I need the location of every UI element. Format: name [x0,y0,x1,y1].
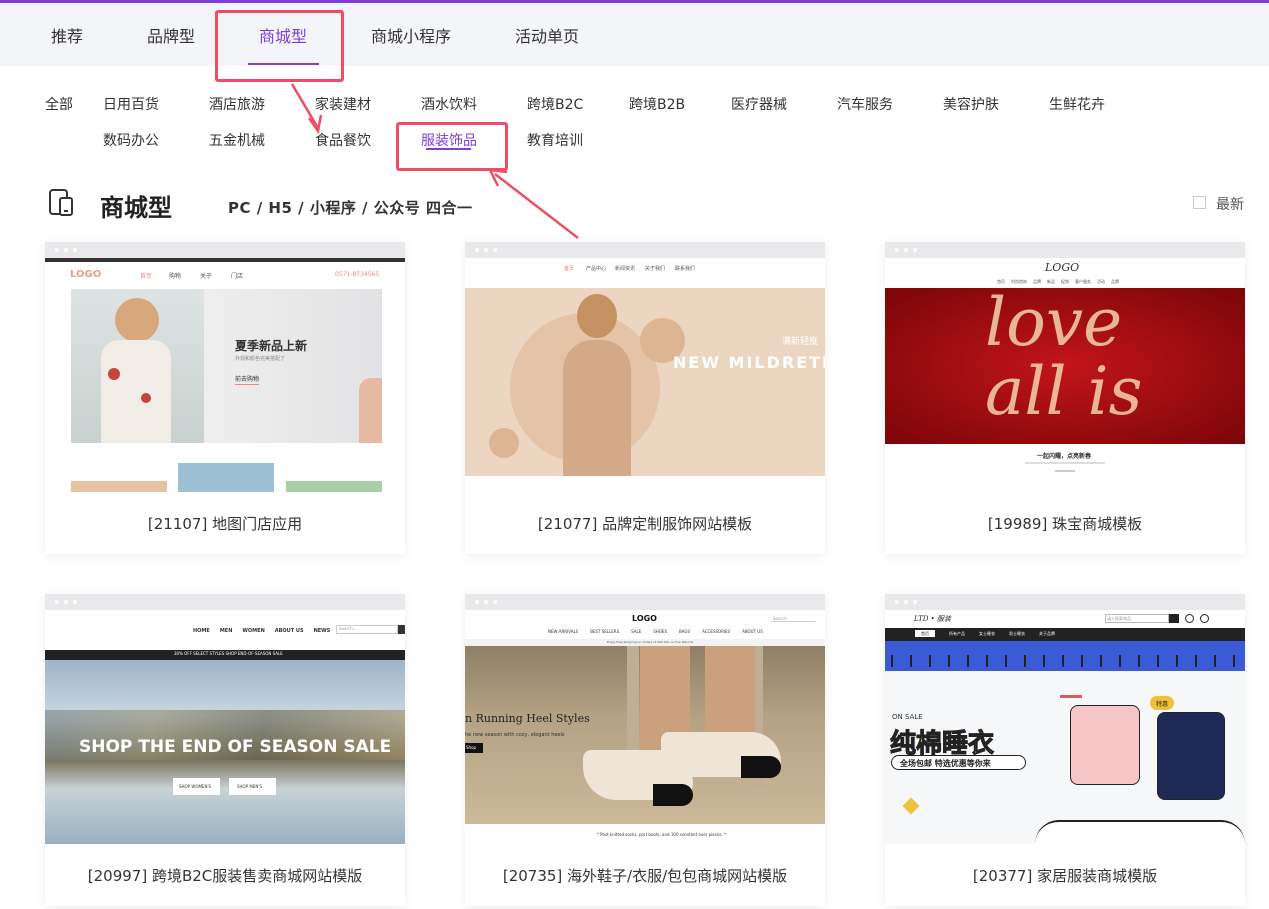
section-title: 商城型 [100,194,172,222]
thumb-nav: 首页 所有产品 女士睡衣 男士睡衣 关于品牌 [915,630,1055,637]
category-beauty[interactable]: 美容护肤 [943,94,999,114]
category-digital-office[interactable]: 数码办公 [103,130,159,150]
thumb-tag: 一起闪耀，点亮新春 [1037,453,1092,460]
template-thumbnail[interactable]: HOME MEN WOMEN ABOUT US NEWS Search... 30% O… [45,610,405,844]
thumb-badge: 特惠 [1156,701,1169,708]
thumb-promo: 30% OFF SELECT STYLES SHOP END-OF-SEASON… [174,651,283,656]
category-hardware[interactable]: 五金机械 [209,130,265,150]
card-caption[interactable]: [21077] 品牌定制服饰网站模板 [465,513,825,534]
thumb-logo: LOGO [70,269,102,280]
template-card[interactable]: LOGO 首页 购物 关于 门店 0571-8734565 夏季新品上新 外观和… [45,242,405,554]
thumb-search: Search... [339,626,357,631]
category-apparel[interactable]: 服装饰品 [421,130,477,150]
template-thumbnail[interactable]: LOGO Search NEW ARRIVALS BEST SELLERS SALE… [465,610,825,844]
template-thumbnail[interactable]: 首页 产品中心 新闻资讯 关于我们 联系我们 满新轻度 NEW MILDRETE [465,258,825,492]
card-caption[interactable]: [20997] 跨境B2C服装售卖商城网站模版 [45,865,405,886]
card-caption[interactable]: [19989] 珠宝商城模板 [885,513,1245,534]
category-crossborder-b2c[interactable]: 跨境B2C [527,94,583,114]
thumb-nav: 关于我们 [645,266,666,272]
thumb-headline: SHOP THE END OF SEASON SALE [79,737,392,757]
thumb-sub: 满新轻度 [782,337,819,347]
thumb-sub: he new season with cozy, elegant heels [465,732,565,738]
category-daily-goods[interactable]: 日用百货 [103,94,159,114]
template-thumbnail[interactable]: LOGO 首页 时尚首饰 品牌 新品 促销 客户服务 活动 品牌 love all is 一起… [885,258,1245,492]
thumb-search: Search [773,616,787,621]
window-chrome [45,594,405,610]
thumb-headline: 夏季新品上新 [235,339,308,353]
tab-mall[interactable]: 商城型 [259,23,307,47]
template-card[interactable]: LOGO Search NEW ARRIVALS BEST SELLERS SALE… [465,594,825,906]
thumb-button: Shop [466,745,477,750]
thumb-headline: NEW MILDRETE [673,353,825,372]
thumb-footnote: * Post knitted socks, port boots, and 10… [597,832,727,837]
thumb-on-sale: ON SALE [892,713,923,721]
thumb-search: 请入搜索商品 [1107,616,1131,621]
active-category-underline [426,148,471,150]
window-chrome [465,594,825,610]
card-caption[interactable]: [20735] 海外鞋子/衣服/包包商城网站模版 [465,865,825,886]
thumb-nav: HOME MEN WOMEN ABOUT US NEWS [193,628,331,634]
template-thumbnail[interactable]: LOGO 首页 购物 关于 门店 0571-8734565 夏季新品上新 外观和… [45,258,405,492]
category-food[interactable]: 食品餐饮 [315,130,371,150]
thumb-nav: 首页 [140,273,153,280]
arrow-head-tab [307,114,323,135]
thumb-nav: 新闻资讯 [615,266,636,272]
thumb-phone: 0571-8734565 [335,271,380,278]
template-card[interactable]: 首页 产品中心 新闻资讯 关于我们 联系我们 满新轻度 NEW MILDRETE… [465,242,825,554]
window-chrome [885,242,1245,258]
devices-icon [49,189,73,216]
template-card[interactable]: LOGO 首页 时尚首饰 品牌 新品 促销 客户服务 活动 品牌 love all is 一起… [885,242,1245,554]
top-nav: 推荐 品牌型 商城型 商城小程序 活动单页 [0,3,1269,66]
template-card[interactable]: HOME MEN WOMEN ABOUT US NEWS Search... 30% O… [45,594,405,906]
arrow-head-category [487,168,508,187]
thumb-pill: 全场包邮 特选优惠等你来 [900,759,991,768]
category-fresh-flowers[interactable]: 生鲜花卉 [1049,94,1105,114]
tab-event-page[interactable]: 活动单页 [515,23,579,47]
thumb-button: SHOP MEN'S [237,784,262,789]
window-chrome [45,242,405,258]
thumb-logo: LOGO [1045,261,1080,274]
thumb-logo: LOGO [632,614,657,623]
section-subtitle: PC / H5 / 小程序 / 公众号 四合一 [228,199,473,217]
thumb-nav: 门店 [231,273,244,280]
thumb-nav: 产品中心 [586,266,607,272]
window-chrome [885,594,1245,610]
newest-label[interactable]: 最新 [1216,194,1244,214]
thumb-headline: n Running Heel Styles [465,712,590,725]
thumb-logo: LTD • 服装 [914,615,951,623]
thumb-nav: NEW ARRIVALS BEST SELLERS SALE SHOES BAGS ACC… [548,629,763,634]
category-auto[interactable]: 汽车服务 [837,94,893,114]
category-medical[interactable]: 医疗器械 [731,94,787,114]
window-chrome [465,242,825,258]
thumb-nav: 购物 [169,273,182,280]
card-caption[interactable]: [20377] 家居服装商城模版 [885,865,1245,886]
tab-brand[interactable]: 品牌型 [147,23,195,47]
thumb-nav: 首页 [564,266,575,272]
newest-checkbox[interactable] [1193,196,1206,209]
thumb-nav: 关于 [200,273,213,280]
tab-mall-miniprogram[interactable]: 商城小程序 [371,23,451,47]
category-crossborder-b2b[interactable]: 跨境B2B [629,94,685,114]
arrow-line-category [494,173,579,239]
thumb-shipping: Enjoy Free Shipping on Orders of $99.00+… [607,640,694,644]
thumb-button: SHOP WOMEN'S [179,784,212,789]
thumb-sub: 外观和颜色完美搭配了 [235,356,286,362]
thumb-script: love all is [985,284,1143,431]
category-all[interactable]: 全部 [45,94,73,114]
template-card[interactable]: LTD • 服装 请入搜索商品 首页 所有产品 女士睡衣 男士睡衣 关于品牌 ON SA… [885,594,1245,906]
card-caption[interactable]: [21107] 地图门店应用 [45,513,405,534]
tab-recommend[interactable]: 推荐 [51,23,83,47]
category-home-building[interactable]: 家装建材 [315,94,371,114]
template-thumbnail[interactable]: LTD • 服装 请入搜索商品 首页 所有产品 女士睡衣 男士睡衣 关于品牌 ON SA… [885,610,1245,844]
category-beverages[interactable]: 酒水饮料 [421,94,477,114]
thumb-nav: 联系我们 [675,266,696,272]
active-tab-underline [248,63,319,65]
thumb-cta: 前去购物 [235,376,260,383]
category-education[interactable]: 教育培训 [527,130,583,150]
category-hotel-travel[interactable]: 酒店旅游 [209,94,265,114]
